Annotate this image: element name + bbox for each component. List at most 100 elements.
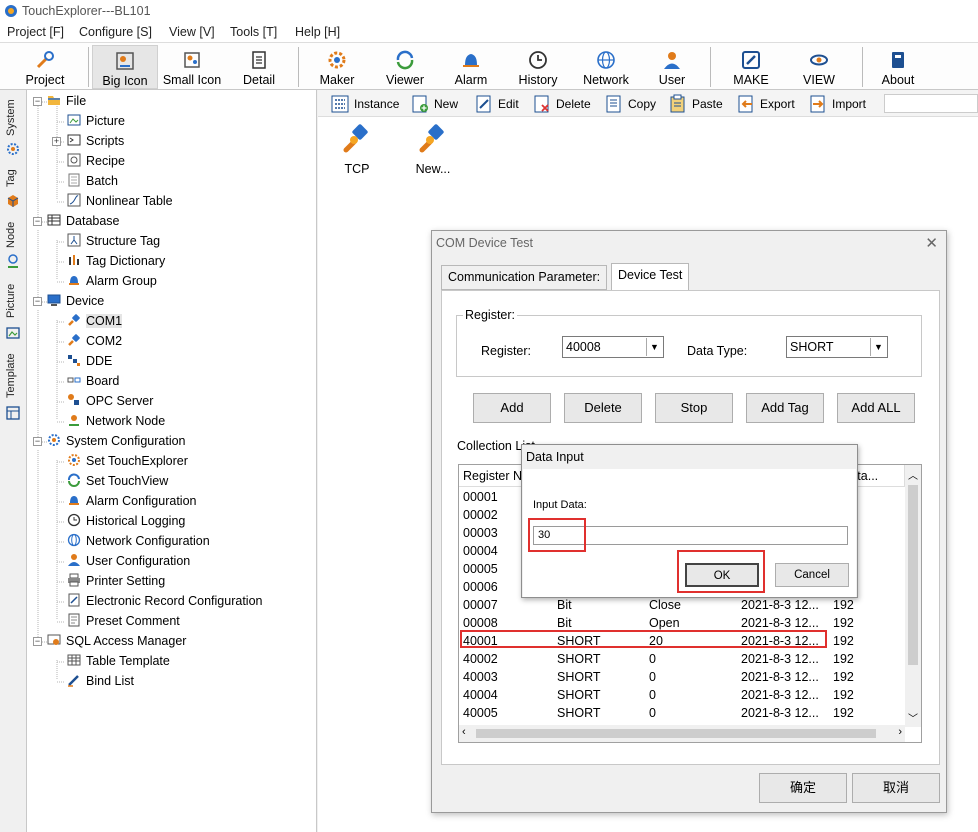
chevron-up-icon[interactable]: ︿ — [908, 467, 918, 482]
chevron-down-icon[interactable]: ﹀ — [908, 710, 918, 725]
tree-item-preset-comment[interactable]: Preset Comment — [67, 613, 180, 631]
device-new-label: New... — [415, 162, 451, 176]
tree-item-board[interactable]: Board — [67, 373, 119, 391]
tree-item-alarm-configuration[interactable]: Alarm Configuration — [67, 493, 196, 511]
tree-item-batch[interactable]: Batch — [67, 173, 118, 191]
tab-communication-parameter[interactable]: Communication Parameter: — [441, 265, 608, 290]
expander-system-configuration[interactable]: − — [33, 437, 42, 446]
expander-database[interactable]: − — [33, 217, 42, 226]
maker-button[interactable]: Maker — [312, 45, 362, 89]
tree-item-nonlinear-table[interactable]: Nonlinear Table — [67, 193, 173, 211]
cancel-button[interactable]: Cancel — [775, 563, 849, 587]
viewer-button[interactable]: Viewer — [380, 45, 430, 89]
tree-item-tag-dictionary[interactable]: Tag Dictionary — [67, 253, 165, 271]
import-button[interactable]: Import — [808, 93, 866, 115]
tree-item-network-node[interactable]: Network Node — [67, 413, 165, 431]
table-row[interactable]: 40003 SHORT 0 2021-8-3 12... 192 — [459, 669, 905, 687]
tree-item-user-configuration[interactable]: User Configuration — [67, 553, 190, 571]
user-button[interactable]: User — [652, 45, 692, 89]
menu-view[interactable]: View [V] — [169, 25, 215, 39]
tree-item-printer-setting[interactable]: Printer Setting — [67, 573, 165, 591]
tab-template[interactable]: Template — [5, 348, 21, 404]
about-button[interactable]: About — [876, 45, 920, 89]
tab-device-test[interactable]: Device Test — [611, 263, 690, 290]
detail-list-icon — [252, 51, 266, 69]
make-button[interactable]: MAKE — [728, 45, 774, 89]
new-button[interactable]: New — [410, 93, 458, 115]
expander-scripts[interactable]: + — [52, 137, 61, 146]
copy-button[interactable]: Copy — [604, 93, 656, 115]
horizontal-scroll-thumb[interactable] — [476, 729, 876, 738]
add-button[interactable]: Add — [473, 393, 551, 423]
vertical-scrollbar[interactable]: ︿ ﹀ — [905, 465, 921, 727]
confirm-button[interactable]: 确定 — [759, 773, 847, 803]
folder-icon — [48, 96, 60, 105]
tree-item-dde[interactable]: DDE — [67, 353, 112, 371]
horizontal-scrollbar[interactable]: ‹ › — [459, 725, 905, 742]
device-new[interactable]: New... — [408, 120, 458, 176]
tree-item-structure-tag[interactable]: Structure Tag — [67, 233, 160, 251]
stop-button[interactable]: Stop — [655, 393, 733, 423]
delete-button[interactable]: Delete — [532, 93, 591, 115]
paste-button[interactable]: Paste — [668, 93, 723, 115]
tab-tag[interactable]: Tag — [5, 164, 21, 192]
tree-item-system-configuration[interactable]: System Configuration — [47, 433, 186, 451]
delete-register-button[interactable]: Delete — [564, 393, 642, 423]
tree-item-network-configuration[interactable]: Network Configuration — [67, 533, 210, 551]
detail-button[interactable]: Detail — [234, 45, 284, 89]
tree-item-picture[interactable]: Picture — [67, 113, 125, 131]
big-icon-button[interactable]: Big Icon — [92, 45, 158, 89]
tree-item-opc-server[interactable]: OPC Server — [67, 393, 153, 411]
export-button[interactable]: Export — [736, 93, 795, 115]
add-tag-button[interactable]: Add Tag — [746, 393, 824, 423]
tree-item-scripts[interactable]: Scripts — [67, 133, 124, 151]
small-icon-button[interactable]: Small Icon — [160, 45, 224, 89]
expander-file[interactable]: − — [33, 97, 42, 106]
table-row[interactable]: 00007 Bit Close 2021-8-3 12... 192 — [459, 597, 905, 615]
tree-item-alarm-group[interactable]: Alarm Group — [67, 273, 157, 291]
table-row[interactable]: 40005 SHORT 0 2021-8-3 12... 192 — [459, 705, 905, 723]
add-all-button[interactable]: Add ALL — [837, 393, 915, 423]
history-button[interactable]: History — [514, 45, 562, 89]
tree-item-set-touchexplorer[interactable]: Set TouchExplorer — [67, 453, 188, 471]
view-button[interactable]: VIEW — [798, 45, 840, 89]
expander-sql-access-manager[interactable]: − — [33, 637, 42, 646]
tree-item-com2[interactable]: COM2 — [67, 333, 122, 351]
menu-tools[interactable]: Tools [T] — [230, 25, 277, 39]
tab-node[interactable]: Node — [5, 218, 21, 252]
data-type-select[interactable]: SHORT ▼ — [786, 336, 888, 358]
chevron-left-icon[interactable]: ‹ — [462, 726, 466, 738]
instance-button[interactable]: Instance — [330, 93, 399, 115]
menu-configure[interactable]: Configure [S] — [79, 25, 152, 39]
menu-help[interactable]: Help [H] — [295, 25, 340, 39]
tree-item-recipe[interactable]: Recipe — [67, 153, 125, 171]
cancel-dialog-button[interactable]: 取消 — [852, 773, 940, 803]
device-tcp[interactable]: TCP — [332, 120, 382, 176]
menu-project[interactable]: Project [F] — [7, 25, 64, 39]
tree-item-sql-access-manager[interactable]: SQL Access Manager — [47, 633, 186, 651]
edit-button[interactable]: Edit — [474, 93, 519, 115]
chevron-right-icon[interactable]: › — [898, 726, 902, 738]
electronic-record-icon — [68, 593, 80, 607]
tree-item-com1[interactable]: COM1 — [67, 313, 123, 331]
tab-picture[interactable]: Picture — [5, 278, 21, 324]
table-row[interactable]: 40002 SHORT 0 2021-8-3 12... 192 — [459, 651, 905, 669]
register-select[interactable]: 40008 ▼ — [562, 336, 664, 358]
tree-item-device[interactable]: Device — [47, 293, 104, 311]
tree-item-bind-list[interactable]: Bind List — [67, 673, 134, 691]
tree-item-database[interactable]: Database — [47, 213, 120, 231]
tab-system[interactable]: System — [5, 96, 21, 140]
expander-device[interactable]: − — [33, 297, 42, 306]
network-button[interactable]: Network — [578, 45, 634, 89]
tree-item-set-touchview[interactable]: Set TouchView — [67, 473, 168, 491]
content-search-box[interactable] — [884, 94, 978, 113]
tree-item-table-template[interactable]: Table Template — [67, 653, 170, 671]
table-row[interactable]: 40004 SHORT 0 2021-8-3 12... 192 — [459, 687, 905, 705]
tree-item-historical-logging[interactable]: Historical Logging — [67, 513, 185, 531]
tree-item-file[interactable]: File — [47, 93, 86, 111]
alarm-button[interactable]: Alarm — [448, 45, 494, 89]
close-icon[interactable]: ✕ — [925, 234, 938, 252]
tree-item-electronic-record-configuration[interactable]: Electronic Record Configuration — [67, 593, 262, 611]
project-button[interactable]: Project — [18, 45, 72, 89]
vertical-scroll-thumb[interactable] — [908, 485, 918, 665]
